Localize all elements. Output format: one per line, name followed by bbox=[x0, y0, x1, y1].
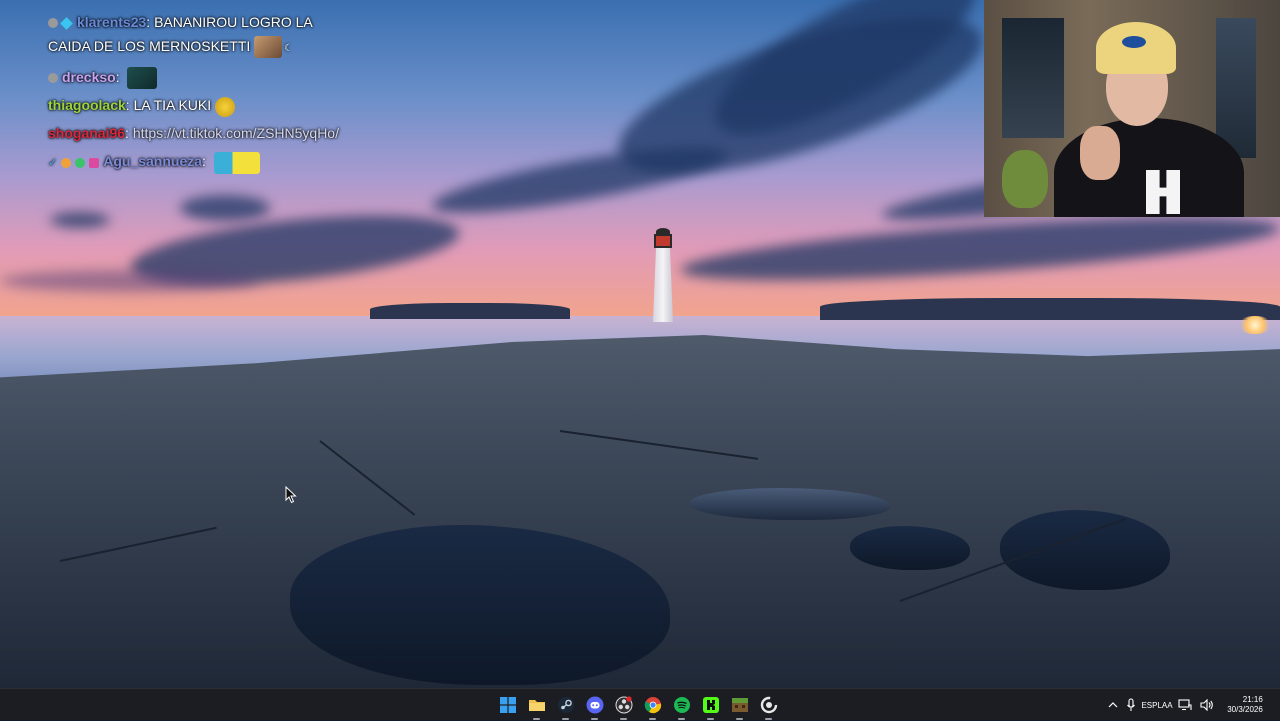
check-badge-icon: ✓ bbox=[48, 157, 58, 170]
webcam-overlay bbox=[984, 0, 1280, 217]
chat-text: LA TIA KUKI bbox=[133, 97, 212, 114]
chat-username: drecksо bbox=[62, 69, 116, 85]
chat-message: thiagoolack: LA TIA KUKI bbox=[48, 93, 348, 117]
hat-logo-icon bbox=[1122, 36, 1146, 48]
network-button[interactable] bbox=[1174, 689, 1196, 721]
chat-separator: : bbox=[125, 97, 134, 114]
chrome-icon bbox=[644, 697, 661, 714]
chat-separator: : bbox=[202, 153, 210, 170]
spotify-icon bbox=[673, 697, 690, 713]
system-tray: ESP LAA 21:16 30/3/2026 bbox=[1104, 689, 1280, 721]
chat-separator: : bbox=[125, 125, 133, 142]
taskbar-chrome[interactable] bbox=[638, 689, 667, 721]
chat-message: shoganai96: https://vt.tiktok.com/ZSHN5y… bbox=[48, 121, 348, 145]
streamer-hand bbox=[1080, 126, 1120, 180]
ccleaner-icon bbox=[760, 696, 777, 714]
chat-username: klarents23 bbox=[77, 14, 147, 30]
beanie-hat bbox=[1096, 22, 1176, 74]
taskbar: ESP LAA 21:16 30/3/2026 bbox=[0, 688, 1280, 720]
taskbar-file-explorer[interactable] bbox=[522, 689, 551, 721]
taskbar-minecraft[interactable] bbox=[725, 689, 754, 721]
moon-emote-icon: ☾ bbox=[284, 43, 294, 54]
chat-message: klarents23: BANANIROU LOGRO LA CAIDA DE … bbox=[48, 10, 348, 61]
kick-icon bbox=[702, 697, 719, 713]
tide-pool bbox=[690, 488, 890, 520]
discord-icon bbox=[586, 696, 603, 714]
chat-username: shoganai96 bbox=[48, 125, 126, 142]
chat-message: ✓ Agu_sannueza: bbox=[48, 149, 348, 175]
language-layout: LAA bbox=[1157, 700, 1173, 710]
input-language-button[interactable]: ESP LAA bbox=[1140, 689, 1174, 721]
taskbar-start-button[interactable] bbox=[493, 689, 522, 721]
frog-plush bbox=[1002, 150, 1048, 208]
far-land bbox=[820, 298, 1280, 320]
taskbar-obs[interactable] bbox=[609, 689, 638, 721]
chat-username: Agu_sannueza bbox=[103, 153, 203, 170]
tide-pool bbox=[850, 526, 970, 570]
volume-button[interactable] bbox=[1196, 689, 1218, 721]
green-badge-icon bbox=[75, 157, 86, 168]
taskbar-discord[interactable] bbox=[580, 689, 609, 721]
emote-image bbox=[215, 96, 236, 117]
windows-logo-icon bbox=[499, 697, 516, 713]
chat-separator: : bbox=[115, 69, 124, 85]
clock-time: 21:16 bbox=[1242, 695, 1263, 704]
minecraft-icon bbox=[731, 698, 748, 712]
clock-button[interactable]: 21:16 30/3/2026 bbox=[1218, 689, 1280, 721]
emote-image bbox=[127, 67, 158, 90]
language-code: ESP bbox=[1141, 700, 1158, 710]
folder-icon bbox=[528, 700, 545, 711]
chat-link[interactable]: https://vt.tiktok.com/ZSHN5yqHo/ bbox=[133, 125, 339, 141]
chat-separator: : bbox=[146, 14, 155, 30]
taskbar-steam[interactable] bbox=[551, 689, 580, 721]
cloud bbox=[0, 270, 260, 292]
webcam-window bbox=[1002, 18, 1064, 138]
show-hidden-icons-button[interactable] bbox=[1104, 689, 1122, 721]
emote-image bbox=[254, 36, 283, 59]
far-land bbox=[370, 303, 570, 319]
taskbar-apps bbox=[493, 689, 783, 721]
smiley-badge-icon bbox=[61, 157, 72, 168]
obs-icon bbox=[615, 696, 632, 714]
taskbar-ccleaner[interactable] bbox=[754, 689, 783, 721]
microphone-button[interactable] bbox=[1122, 689, 1140, 721]
stream-chat-overlay: klarents23: BANANIROU LOGRO LA CAIDA DE … bbox=[48, 0, 348, 175]
gray-dot-badge-icon bbox=[48, 18, 58, 29]
taskbar-kick[interactable] bbox=[696, 689, 725, 721]
diamond-badge-icon bbox=[60, 16, 73, 30]
cloud bbox=[180, 195, 270, 221]
network-icon bbox=[1178, 699, 1192, 711]
microphone-icon bbox=[1127, 698, 1135, 711]
chat-message: drecksо: bbox=[48, 65, 348, 90]
speaker-icon bbox=[1200, 699, 1213, 711]
chevron-up-icon bbox=[1108, 702, 1118, 708]
cloud bbox=[50, 212, 110, 228]
emote-image bbox=[213, 151, 260, 174]
taskbar-spotify[interactable] bbox=[667, 689, 696, 721]
sun-flare bbox=[1238, 316, 1272, 334]
clock-date: 30/3/2026 bbox=[1227, 705, 1263, 714]
gift-badge-icon bbox=[89, 157, 100, 168]
gray-dot-badge-icon bbox=[48, 73, 58, 84]
chat-username: thiagoolack bbox=[48, 97, 126, 114]
steam-icon bbox=[557, 697, 574, 713]
lighthouse bbox=[645, 226, 681, 322]
